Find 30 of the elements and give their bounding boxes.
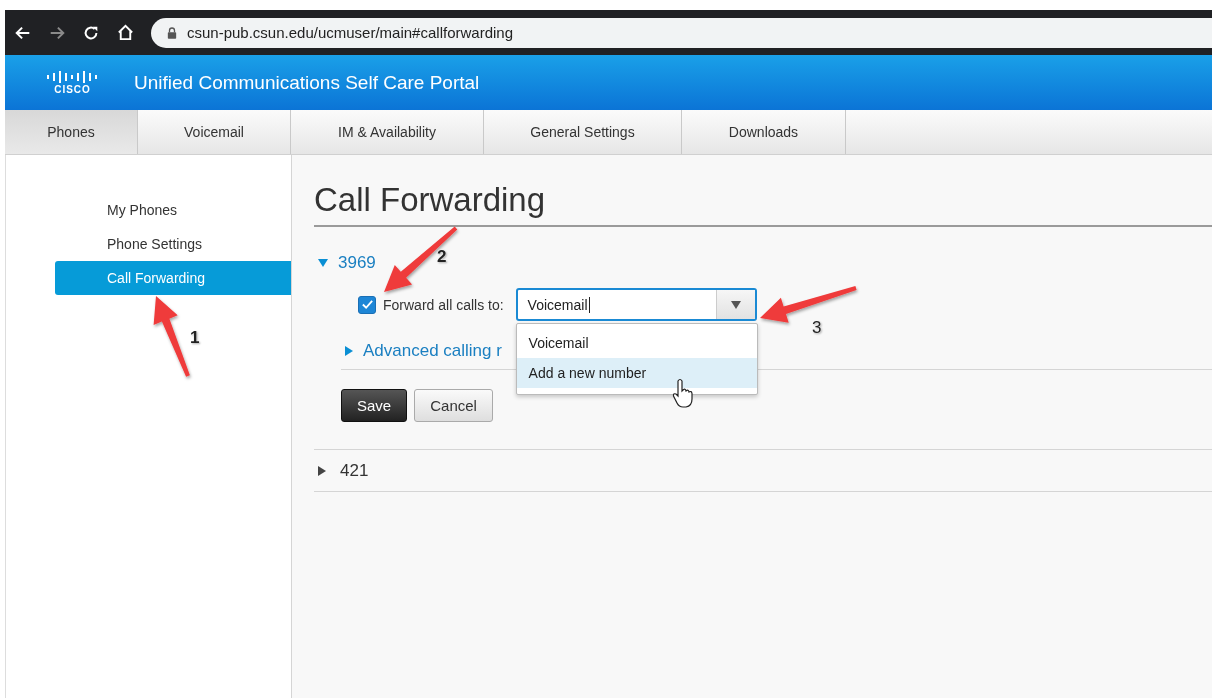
logo-wordmark: CISCO [54, 85, 91, 95]
sidebar-item[interactable]: My Phones [55, 193, 291, 227]
checkbox[interactable] [358, 295, 376, 314]
home-icon[interactable] [116, 23, 135, 42]
step-number: 2 [437, 247, 447, 267]
nav-tab[interactable]: Voicemail [138, 110, 291, 154]
cancel-button[interactable]: Cancel [414, 389, 493, 422]
forward-destination-combobox[interactable]: Voicemail [515, 288, 757, 321]
save-button[interactable]: Save [341, 389, 408, 422]
lock-icon [167, 26, 177, 39]
nav-tab[interactable]: Downloads [682, 110, 846, 154]
caret-icon [730, 300, 741, 309]
address-bar[interactable]: csun-pub.csun.edu/ucmuser/main#callforwarding [151, 17, 1212, 48]
dropdown-option[interactable]: Add a new number [516, 358, 757, 388]
advanced-settings-link[interactable]: Advanced calling r [363, 341, 502, 361]
expand-triangle-icon[interactable] [318, 465, 326, 476]
line-number-link[interactable]: 421 [340, 460, 369, 481]
nav-tab[interactable]: IM & Availability [291, 110, 484, 154]
checkmark-icon [360, 298, 374, 311]
portal-title: Unified Communications Self Care Portal [134, 71, 480, 94]
sidebar-item[interactable]: Phone Settings [55, 227, 291, 261]
nav-tab[interactable]: General Settings [484, 110, 682, 154]
step-number: 3 [812, 318, 822, 338]
dropdown-option[interactable]: Voicemail [516, 328, 757, 358]
page-title: Call Forwarding [314, 181, 1212, 227]
step-number: 1 [190, 328, 200, 348]
nav-tab[interactable]: Phones [5, 110, 138, 154]
forward-label: Forward all calls to: [383, 296, 504, 313]
bridge-logo-icon [45, 70, 100, 84]
line-number-link[interactable]: 3969 [338, 253, 376, 273]
